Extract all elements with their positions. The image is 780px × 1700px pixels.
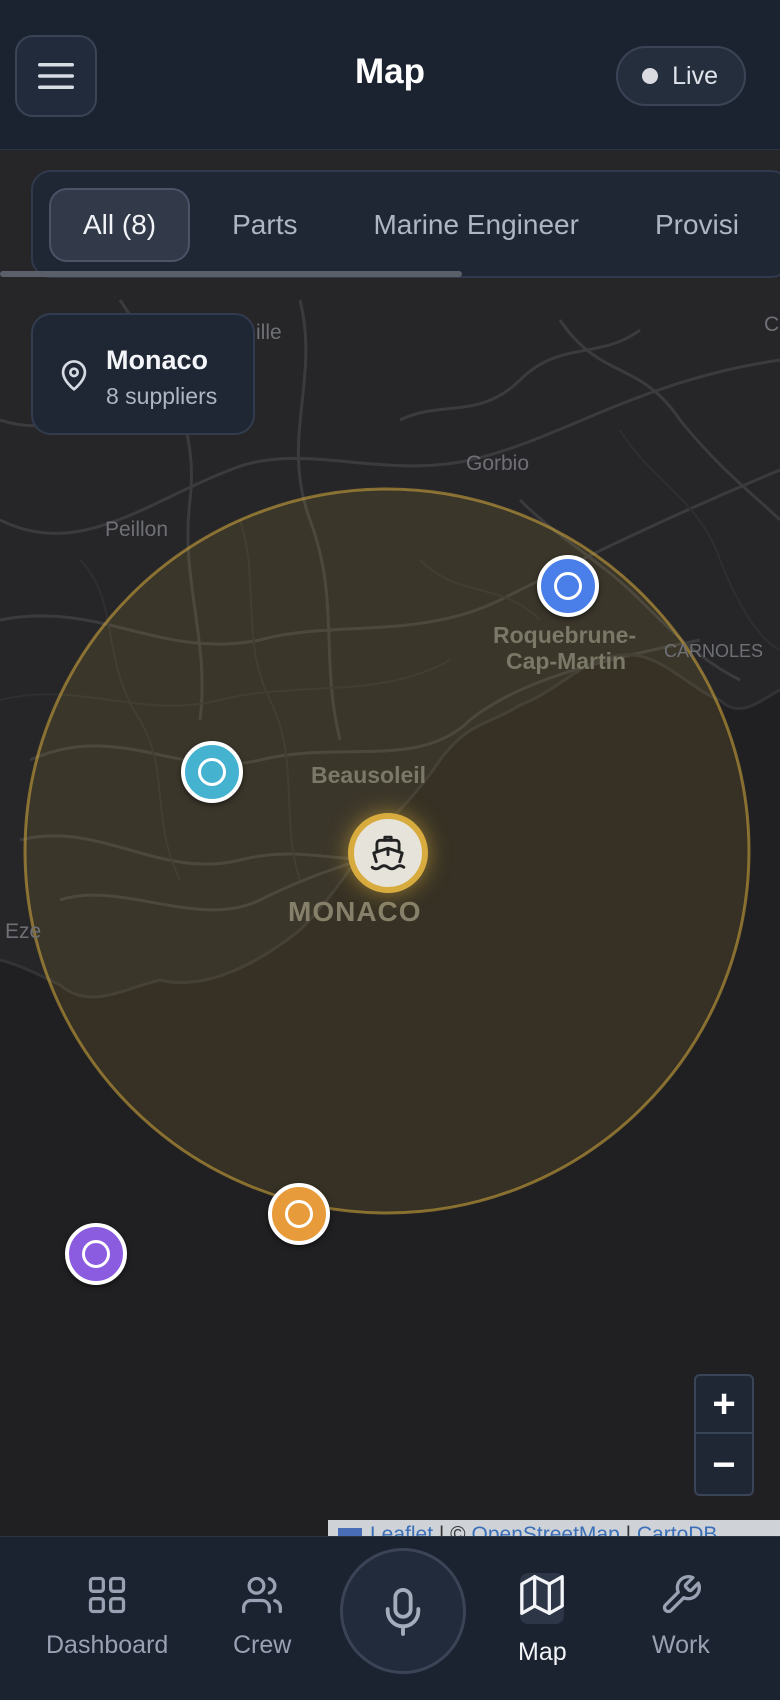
supplier-count: 8 suppliers: [106, 383, 218, 409]
nav-crew[interactable]: Crew: [233, 1573, 291, 1660]
live-label: Live: [672, 61, 718, 90]
marker-ring-icon: [285, 1200, 313, 1228]
map-label-cap-martin: Cap-Martin: [506, 648, 627, 674]
map-label-ille: ille: [256, 321, 282, 344]
users-icon: [242, 1576, 283, 1614]
marker-ring-icon: [198, 758, 226, 786]
live-status-toggle[interactable]: Live: [616, 46, 746, 106]
marker-ring-icon: [82, 1240, 110, 1268]
ship-icon: [370, 835, 406, 871]
nav-map-label: Map: [518, 1638, 567, 1666]
filter-chip-marine-engineer[interactable]: Marine Engineer: [339, 188, 612, 262]
nav-work-label: Work: [652, 1631, 710, 1659]
grid-icon: [89, 1576, 126, 1614]
map-label-monaco: MONACO: [288, 896, 422, 927]
zoom-control: + −: [694, 1374, 754, 1496]
nav-crew-label: Crew: [233, 1631, 292, 1659]
nav-map[interactable]: Map: [518, 1573, 567, 1667]
marker-ring-icon: [554, 572, 582, 600]
map-label-beausoleil: Beausoleil: [311, 762, 427, 788]
nav-dashboard-label: Dashboard: [46, 1631, 169, 1659]
filter-chip-parts[interactable]: Parts: [198, 188, 331, 262]
supplier-marker-blue[interactable]: [537, 555, 599, 617]
location-card: Monaco 8 suppliers: [31, 313, 255, 435]
wrench-icon: [662, 1575, 701, 1614]
map-pin-icon: [61, 360, 87, 391]
map-label-carnoles: CARNOLES: [664, 641, 764, 661]
supplier-marker-orange[interactable]: [268, 1183, 330, 1245]
map-label-peillon: Peillon: [105, 518, 169, 541]
filter-scrollbar[interactable]: [0, 271, 462, 277]
supplier-marker-teal[interactable]: [181, 741, 243, 803]
map-icon: [520, 1575, 565, 1615]
app-header: Map Live: [0, 0, 780, 150]
category-filter-bar[interactable]: All (8) Parts Marine Engineer Provisi: [31, 170, 780, 278]
map-label-gorbio: Gorbio: [466, 452, 530, 475]
map-label-eze: Eze: [5, 920, 42, 943]
location-name: Monaco: [106, 345, 209, 375]
nav-dashboard[interactable]: Dashboard: [46, 1573, 168, 1660]
vessel-marker[interactable]: [348, 813, 428, 893]
microphone-icon: [385, 1588, 421, 1636]
voice-input-button[interactable]: [340, 1548, 466, 1674]
zoom-out-button[interactable]: −: [696, 1436, 752, 1494]
filter-chip-all[interactable]: All (8): [49, 188, 191, 262]
map-label-roquebrune: Roquebrune-: [493, 622, 637, 648]
filter-chip-provisions[interactable]: Provisi: [621, 188, 773, 262]
map-label-edge: C: [764, 313, 780, 336]
nav-work[interactable]: Work: [652, 1573, 710, 1660]
supplier-marker-purple[interactable]: [65, 1223, 127, 1285]
nav-map-icon-wrap: [520, 1573, 565, 1624]
live-dot-icon: [642, 68, 659, 84]
zoom-in-button[interactable]: +: [696, 1376, 752, 1434]
